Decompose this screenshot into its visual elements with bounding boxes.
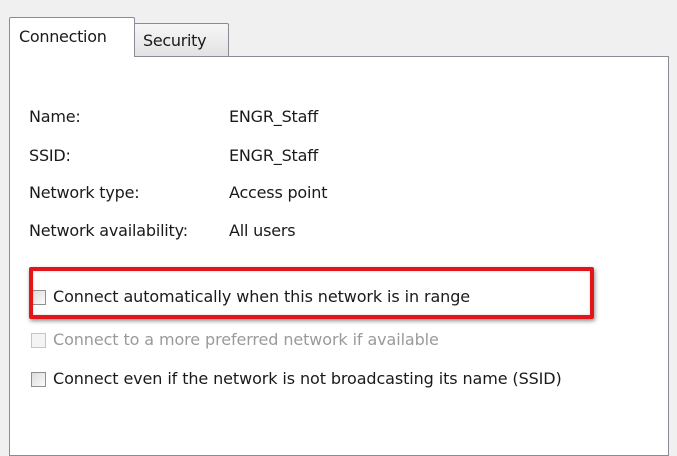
tab-security[interactable]: Security bbox=[135, 23, 229, 57]
network-availability-label: Network availability: bbox=[29, 221, 188, 240]
connect-preferred-checkbox bbox=[31, 333, 46, 348]
name-label: Name: bbox=[29, 107, 81, 126]
tab-connection-label: Connection bbox=[19, 27, 107, 46]
connect-preferred-label: Connect to a more preferred network if a… bbox=[53, 330, 439, 349]
network-type-label: Network type: bbox=[29, 183, 140, 202]
tab-connection[interactable]: Connection bbox=[9, 17, 135, 57]
tab-security-label: Security bbox=[143, 31, 207, 50]
network-availability-value: All users bbox=[229, 221, 296, 240]
connection-panel bbox=[9, 56, 669, 456]
connect-automatically-label[interactable]: Connect automatically when this network … bbox=[53, 287, 470, 306]
ssid-label: SSID: bbox=[29, 146, 71, 165]
connect-not-broadcasting-label[interactable]: Connect even if the network is not broad… bbox=[53, 369, 562, 388]
network-type-value: Access point bbox=[229, 183, 328, 202]
name-value: ENGR_Staff bbox=[229, 107, 319, 126]
connect-automatically-checkbox[interactable] bbox=[31, 290, 46, 305]
connect-not-broadcasting-checkbox[interactable] bbox=[31, 372, 46, 387]
ssid-value: ENGR_Staff bbox=[229, 146, 319, 165]
